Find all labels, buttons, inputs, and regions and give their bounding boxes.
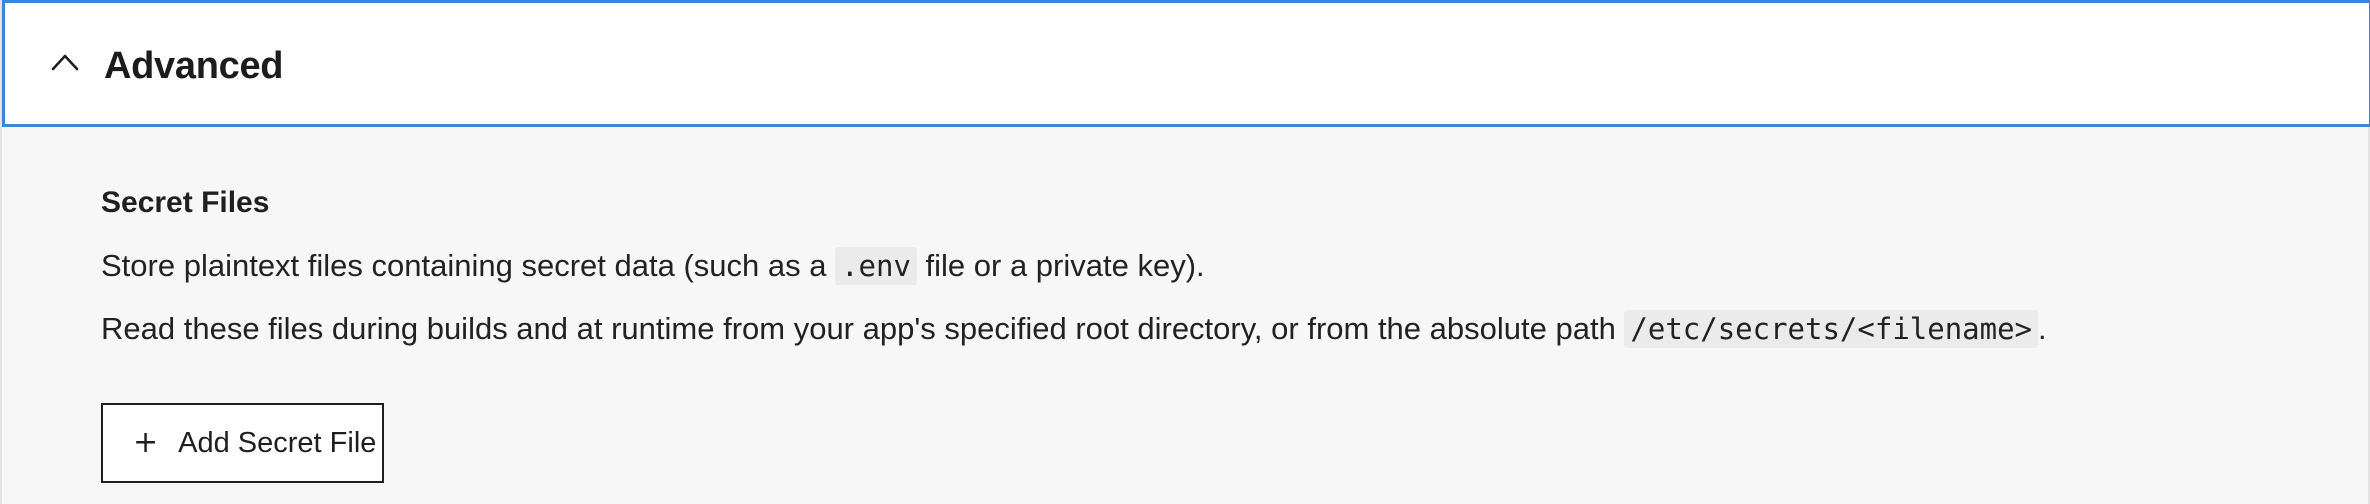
add-secret-file-label: Add Secret File — [178, 427, 377, 459]
env-code: .env — [835, 247, 917, 285]
accordion-title: Advanced — [104, 45, 284, 87]
advanced-accordion-header[interactable]: Advanced — [2, 0, 2370, 127]
description-line-1: Store plaintext files containing secret … — [101, 245, 1205, 287]
plus-icon: + — [133, 425, 159, 460]
desc1-text-before: Store plaintext files containing secret … — [101, 248, 836, 283]
advanced-panel: Advanced Secret Files Store plaintext fi… — [0, 0, 2370, 504]
desc2-text-after: . — [2038, 311, 2047, 346]
secrets-path-code: /etc/secrets/<filename> — [1624, 310, 2038, 348]
chevron-up-icon[interactable] — [51, 53, 79, 71]
desc1-text-after: file or a private key). — [916, 248, 1205, 283]
section-title: Secret Files — [101, 186, 270, 219]
description-line-2: Read these files during builds and at ru… — [101, 308, 2047, 350]
desc2-text-before: Read these files during builds and at ru… — [101, 311, 1625, 346]
add-secret-file-button[interactable]: + Add Secret File — [101, 403, 384, 483]
